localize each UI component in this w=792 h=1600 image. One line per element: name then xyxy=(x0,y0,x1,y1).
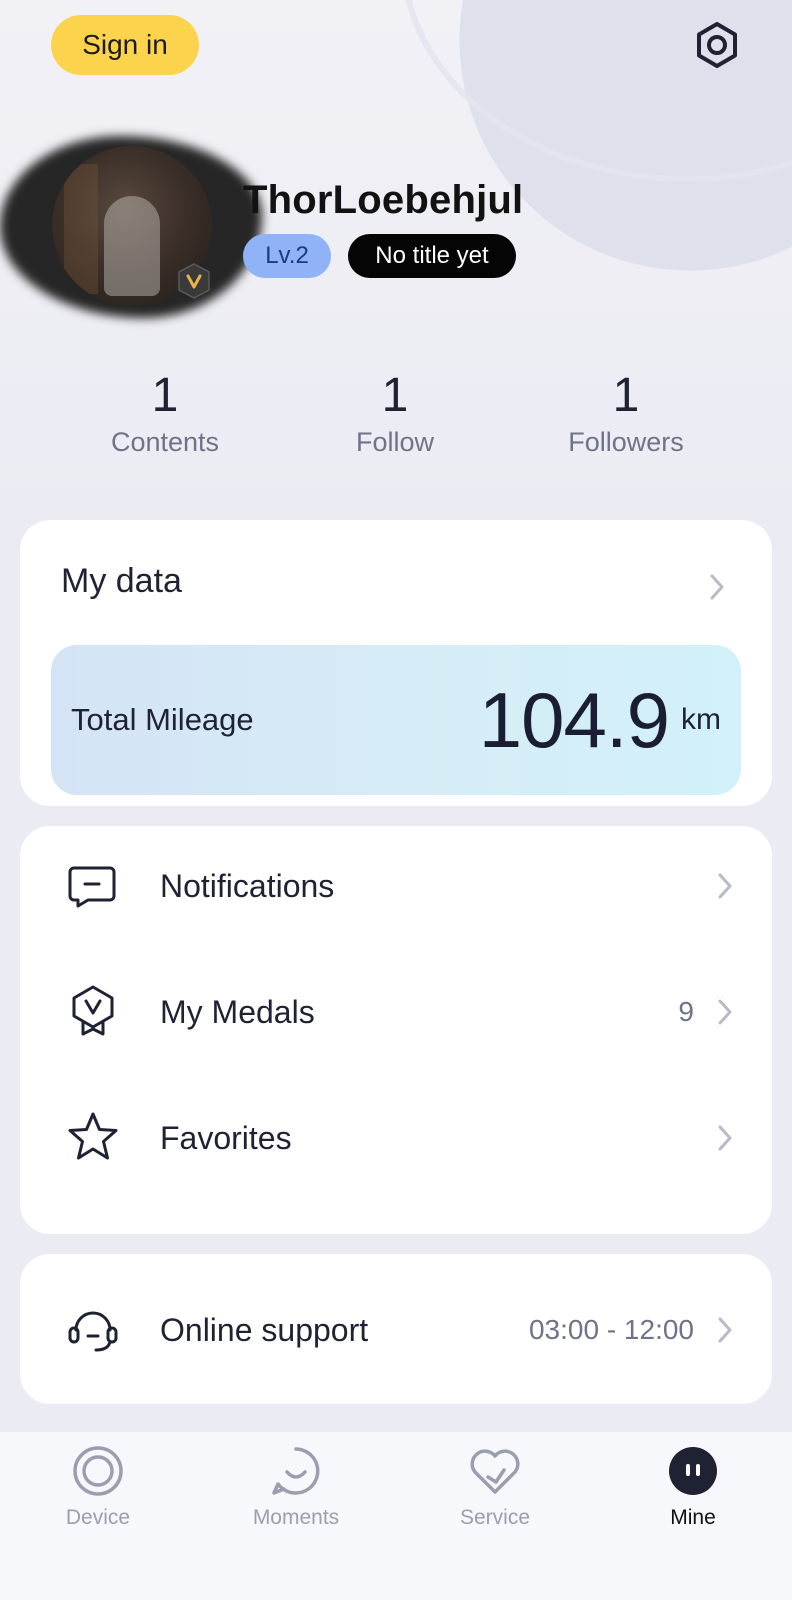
sign-in-button[interactable]: Sign in xyxy=(51,15,199,75)
mileage-unit: km xyxy=(681,703,721,736)
my-data-card: My data Total Mileage 104.9 km xyxy=(20,520,772,806)
menu-item-notifications[interactable]: Notifications xyxy=(20,826,772,946)
username: ThorLoebehjul xyxy=(243,178,524,222)
my-data-title: My data xyxy=(61,562,182,600)
my-data-row[interactable]: My data xyxy=(20,520,772,640)
stat-value: 1 xyxy=(151,369,179,422)
total-mileage-panel[interactable]: Total Mileage 104.9 km xyxy=(51,645,741,795)
chevron-right-icon xyxy=(718,1317,732,1343)
tab-moments[interactable]: Moments xyxy=(216,1444,376,1530)
support-card: Online support 03:00 - 12:00 xyxy=(20,1254,772,1404)
menu-item-my-medals[interactable]: My Medals 9 xyxy=(20,952,772,1072)
moments-bubble-icon xyxy=(272,1447,320,1495)
bottom-tab-bar: Device Moments Service Mine xyxy=(0,1432,792,1600)
menu-item-online-support[interactable]: Online support 03:00 - 12:00 xyxy=(20,1270,772,1390)
stat-followers[interactable]: 1 Followers xyxy=(526,369,726,458)
stat-label: Followers xyxy=(568,426,684,457)
headset-icon xyxy=(68,1311,118,1352)
stat-label: Follow xyxy=(355,426,435,457)
menu-card: Notifications My Medals 9 Favorites xyxy=(20,826,772,1234)
message-icon xyxy=(68,866,116,908)
support-hours: 03:00 - 12:00 xyxy=(528,1314,694,1345)
tab-label: Moments xyxy=(252,1506,340,1529)
stat-contents[interactable]: 1 Contents xyxy=(65,369,265,458)
tab-device[interactable]: Device xyxy=(18,1444,178,1530)
stat-value: 1 xyxy=(612,369,640,422)
mileage-value: 104.9 xyxy=(478,676,670,764)
chevron-right-icon xyxy=(710,574,724,600)
tab-mine[interactable]: Mine xyxy=(613,1444,773,1530)
tab-label: Device xyxy=(65,1506,131,1529)
chevron-right-icon xyxy=(718,1125,732,1151)
mileage-label: Total Mileage xyxy=(71,702,254,737)
device-ring-icon xyxy=(73,1446,123,1496)
medal-count: 9 xyxy=(678,996,694,1027)
menu-item-favorites[interactable]: Favorites xyxy=(20,1078,772,1198)
chevron-right-icon xyxy=(718,873,732,899)
stat-follow[interactable]: 1 Follow xyxy=(295,369,495,458)
chevron-right-icon xyxy=(718,999,732,1025)
verified-v-icon xyxy=(178,263,210,299)
stat-value: 1 xyxy=(381,369,409,422)
menu-item-label: Favorites xyxy=(160,1120,292,1156)
avatar-area[interactable] xyxy=(0,130,270,320)
profile-stats: 1 Contents 1 Follow 1 Followers xyxy=(0,369,792,480)
tab-label: Mine xyxy=(670,1506,716,1529)
menu-item-label: Online support xyxy=(160,1312,369,1348)
medal-icon xyxy=(72,985,114,1036)
menu-item-label: Notifications xyxy=(160,868,335,904)
menu-item-label: My Medals xyxy=(160,994,315,1030)
title-badge[interactable]: No title yet xyxy=(348,234,516,278)
tab-service[interactable]: Service xyxy=(415,1444,575,1530)
level-badge[interactable]: Lv.2 xyxy=(243,234,331,278)
tab-label: Service xyxy=(459,1506,531,1529)
service-heart-icon xyxy=(470,1449,520,1494)
settings-icon[interactable] xyxy=(692,20,742,70)
mine-face-icon xyxy=(669,1447,717,1495)
star-icon xyxy=(68,1112,118,1160)
stat-label: Contents xyxy=(110,426,220,457)
